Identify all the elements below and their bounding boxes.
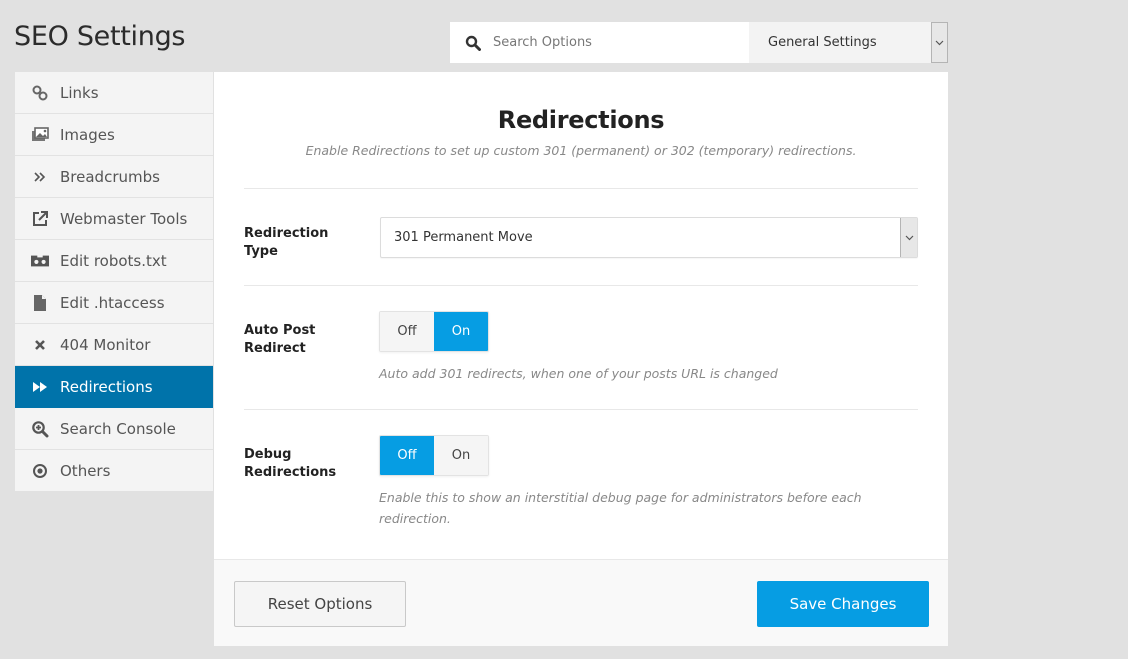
debug-redirections-off[interactable]: Off [380,436,434,475]
sidebar-item-images[interactable]: Images [15,114,213,156]
zoom-in-icon [31,420,49,438]
chevron-down-icon[interactable] [900,218,917,257]
sidebar-item-edit-robots[interactable]: Edit robots.txt [15,240,213,282]
auto-post-redirect-description: Auto add 301 redirects, when one of your… [379,366,778,381]
double-chevron-right-icon [31,168,49,186]
file-icon [31,294,49,312]
robot-icon [31,252,49,270]
sidebar-item-webmaster-tools[interactable]: Webmaster Tools [15,198,213,240]
divider [244,409,918,410]
debug-redirections-label: Debug Redirections [244,447,337,480]
redirection-type-label: Redirection Type [244,226,329,259]
divider [244,285,918,286]
settings-panel: Redirections Enable Redirections to set … [214,72,948,559]
images-icon [31,126,49,144]
search-box[interactable] [450,22,749,63]
section-description: Enable Redirections to set up custom 301… [305,143,857,158]
sidebar-item-label: 404 Monitor [60,335,151,354]
auto-post-redirect-label: Auto Post Redirect [244,323,316,356]
settings-category-select[interactable]: General Settings [749,22,948,63]
sidebar-item-redirections[interactable]: Redirections [15,366,213,408]
sidebar-item-search-console[interactable]: Search Console [15,408,213,450]
section-title: Redirections [497,106,665,134]
sidebar-item-label: Images [60,125,115,144]
auto-post-redirect-toggle[interactable]: Off On [379,311,489,352]
sidebar-item-edit-htaccess[interactable]: Edit .htaccess [15,282,213,324]
save-changes-button[interactable]: Save Changes [757,581,929,627]
divider [244,188,918,189]
reset-options-button[interactable]: Reset Options [234,581,406,627]
dot-circle-icon [31,462,49,480]
debug-redirections-description: Enable this to show an interstitial debu… [379,490,862,526]
auto-post-redirect-off[interactable]: Off [380,312,434,351]
sidebar-item-label: Redirections [60,377,153,396]
link-icon [31,84,49,102]
redirection-type-value: 301 Permanent Move [394,230,533,245]
sidebar-item-label: Others [60,461,111,480]
search-icon [465,35,481,51]
sidebar-item-breadcrumbs[interactable]: Breadcrumbs [15,156,213,198]
sidebar-item-links[interactable]: Links [15,72,213,114]
sidebar-item-label: Webmaster Tools [60,209,188,228]
search-bar: General Settings [450,22,948,63]
sidebar-item-label: Search Console [60,419,176,438]
page-title: SEO Settings [14,21,186,52]
sidebar-item-label: Edit robots.txt [60,251,167,270]
sidebar-item-label: Edit .htaccess [60,293,165,312]
redirection-type-select[interactable]: 301 Permanent Move [380,217,918,258]
debug-redirections-on[interactable]: On [434,436,488,475]
fast-forward-icon [31,378,49,396]
search-input[interactable] [493,35,723,50]
close-icon [31,336,49,354]
debug-redirections-toggle[interactable]: Off On [379,435,489,476]
sidebar-nav: Links Images Breadcrumbs Webmaster Tools… [15,72,213,491]
sidebar-item-404-monitor[interactable]: 404 Monitor [15,324,213,366]
sidebar-item-others[interactable]: Others [15,450,213,491]
panel-footer: Reset Options Save Changes [214,559,948,646]
sidebar-item-label: Breadcrumbs [60,167,160,186]
external-link-icon [31,210,49,228]
sidebar-item-label: Links [60,83,99,102]
chevron-down-icon[interactable] [931,22,948,63]
settings-category-value: General Settings [768,35,877,50]
auto-post-redirect-on[interactable]: On [434,312,488,351]
